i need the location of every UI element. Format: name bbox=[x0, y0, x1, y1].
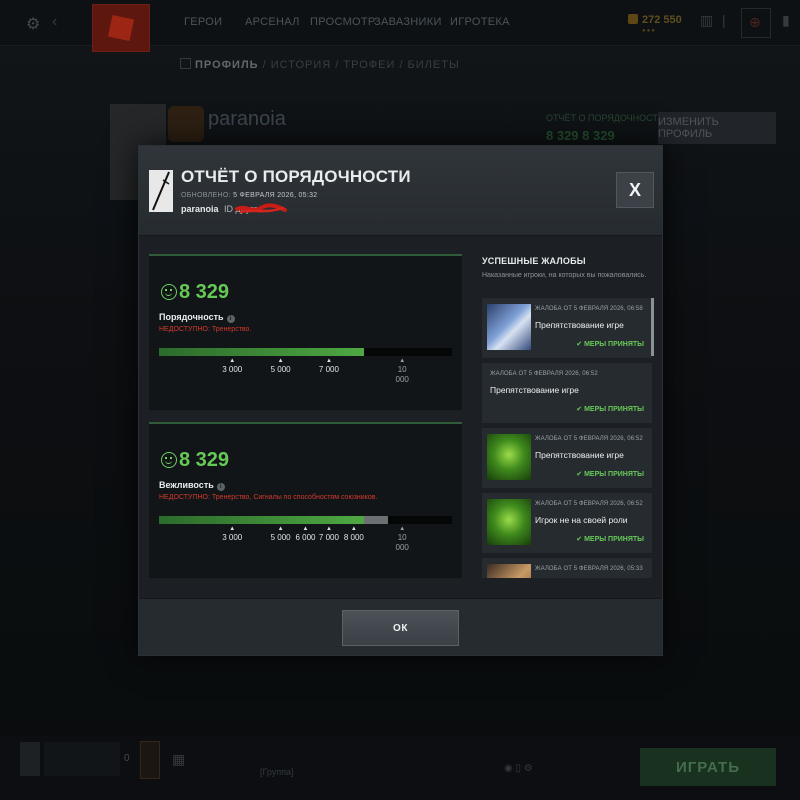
politeness-unavailable-note: НЕДОСТУПНО: Тренерство, Сигналы по спосо… bbox=[159, 494, 378, 501]
tick-label: 10 000 bbox=[391, 526, 413, 553]
report-reason: Препятствование игре bbox=[490, 385, 579, 395]
tick-label: 7 000 bbox=[309, 358, 349, 375]
report-reason: Препятствование игре bbox=[535, 320, 624, 330]
report-item[interactable]: ЖАЛОБА ОТ 5 ФЕВРАЛЯ 2026, 06:52 Препятств… bbox=[482, 428, 652, 488]
report-item[interactable]: ЖАЛОБА ОТ 5 ФЕВРАЛЯ 2026, 06:52 Игрок не … bbox=[482, 493, 652, 553]
report-item[interactable]: ЖАЛОБА ОТ 5 ФЕВРАЛЯ 2026, 06:58 Препятств… bbox=[482, 298, 652, 358]
hero-portrait bbox=[487, 304, 531, 350]
conduct-progress-fill bbox=[159, 348, 365, 356]
dialog-body: 8 329 Порядочность i НЕДОСТУПНО: Тренерст… bbox=[139, 236, 662, 598]
info-icon[interactable]: i bbox=[226, 315, 235, 323]
conduct-label: Порядочность i bbox=[159, 312, 235, 323]
reports-scrollbar[interactable] bbox=[651, 298, 654, 356]
smiley-icon bbox=[161, 284, 177, 300]
red-scribble-redaction bbox=[235, 203, 287, 214]
report-date: ЖАЛОБА ОТ 5 ФЕВРАЛЯ 2026, 06:58 bbox=[535, 306, 643, 312]
updated-value: 5 ФЕВРАЛЯ 2026, 05:32 bbox=[233, 192, 318, 199]
dialog-header: ОТЧЁТ О ПОРЯДОЧНОСТИ ОБНОВЛЕНО: 5 ФЕВРАЛ… bbox=[139, 146, 662, 236]
report-reason: Игрок не на своей роли bbox=[535, 515, 628, 525]
report-status: ✔ МЕРЫ ПРИНЯТЫ bbox=[576, 536, 644, 543]
avatar-sword-icon bbox=[152, 171, 170, 211]
tick-label: 8 000 bbox=[334, 526, 374, 543]
report-status: ✔ МЕРЫ ПРИНЯТЫ bbox=[576, 406, 644, 413]
politeness-panel: 8 329 Вежливость i НЕДОСТУПНО: Тренерство… bbox=[149, 422, 462, 578]
updated-label: ОБНОВЛЕНО: bbox=[181, 192, 231, 199]
report-item[interactable]: ЖАЛОБА ОТ 5 ФЕВРАЛЯ 2026, 05:33 bbox=[482, 558, 652, 578]
ok-button[interactable]: ОК bbox=[342, 610, 459, 646]
close-button[interactable]: X bbox=[616, 172, 654, 208]
report-date: ЖАЛОБА ОТ 5 ФЕВРАЛЯ 2026, 06:52 bbox=[535, 436, 643, 442]
tick-label: 10 000 bbox=[391, 358, 413, 385]
tick-label: 3 000 bbox=[212, 358, 252, 375]
reports-title: УСПЕШНЫЕ ЖАЛОБЫ bbox=[482, 256, 586, 266]
smiley-icon bbox=[161, 452, 177, 468]
reports-subtitle: Наказанные игроки, на которых вы пожалов… bbox=[482, 272, 647, 279]
updated-timestamp: ОБНОВЛЕНО: 5 ФЕВРАЛЯ 2026, 05:32 bbox=[181, 192, 318, 199]
reports-list[interactable]: ЖАЛОБА ОТ 5 ФЕВРАЛЯ 2026, 06:58 Препятств… bbox=[482, 296, 655, 578]
user-avatar bbox=[149, 170, 173, 212]
report-status: ✔ МЕРЫ ПРИНЯТЫ bbox=[576, 341, 644, 348]
hero-portrait bbox=[487, 564, 531, 578]
conduct-panel: 8 329 Порядочность i НЕДОСТУПНО: Тренерст… bbox=[149, 254, 462, 410]
politeness-label: Вежливость i bbox=[159, 480, 225, 491]
conduct-unavailable-note: НЕДОСТУПНО: Тренерство. bbox=[159, 326, 252, 333]
conduct-score: 8 329 bbox=[179, 281, 230, 303]
tick-label: 3 000 bbox=[212, 526, 252, 543]
politeness-progress-fill bbox=[159, 516, 365, 524]
behavior-report-dialog: ОТЧЁТ О ПОРЯДОЧНОСТИ ОБНОВЛЕНО: 5 ФЕВРАЛ… bbox=[138, 145, 663, 656]
username: paranoia bbox=[181, 204, 219, 214]
politeness-label-text: Вежливость bbox=[159, 480, 214, 490]
report-date: ЖАЛОБА ОТ 5 ФЕВРАЛЯ 2026, 05:33 bbox=[535, 566, 643, 572]
report-date: ЖАЛОБА ОТ 5 ФЕВРАЛЯ 2026, 06:52 bbox=[535, 501, 643, 507]
politeness-progress-bar bbox=[159, 516, 452, 524]
hero-portrait bbox=[487, 434, 531, 480]
report-date: ЖАЛОБА ОТ 5 ФЕВРАЛЯ 2026, 06:52 bbox=[490, 371, 598, 377]
conduct-label-text: Порядочность bbox=[159, 312, 224, 322]
dialog-footer: ОК bbox=[139, 598, 662, 655]
report-reason: Препятствование игре bbox=[535, 450, 624, 460]
hero-portrait bbox=[487, 499, 531, 545]
report-item[interactable]: ЖАЛОБА ОТ 5 ФЕВРАЛЯ 2026, 06:52 Препятств… bbox=[482, 363, 652, 423]
dialog-title: ОТЧЁТ О ПОРЯДОЧНОСТИ bbox=[181, 167, 411, 186]
info-icon[interactable]: i bbox=[216, 483, 225, 491]
politeness-score: 8 329 bbox=[179, 449, 230, 471]
conduct-progress-bar bbox=[159, 348, 452, 356]
tick-label: 5 000 bbox=[261, 358, 301, 375]
report-status: ✔ МЕРЫ ПРИНЯТЫ bbox=[576, 471, 644, 478]
